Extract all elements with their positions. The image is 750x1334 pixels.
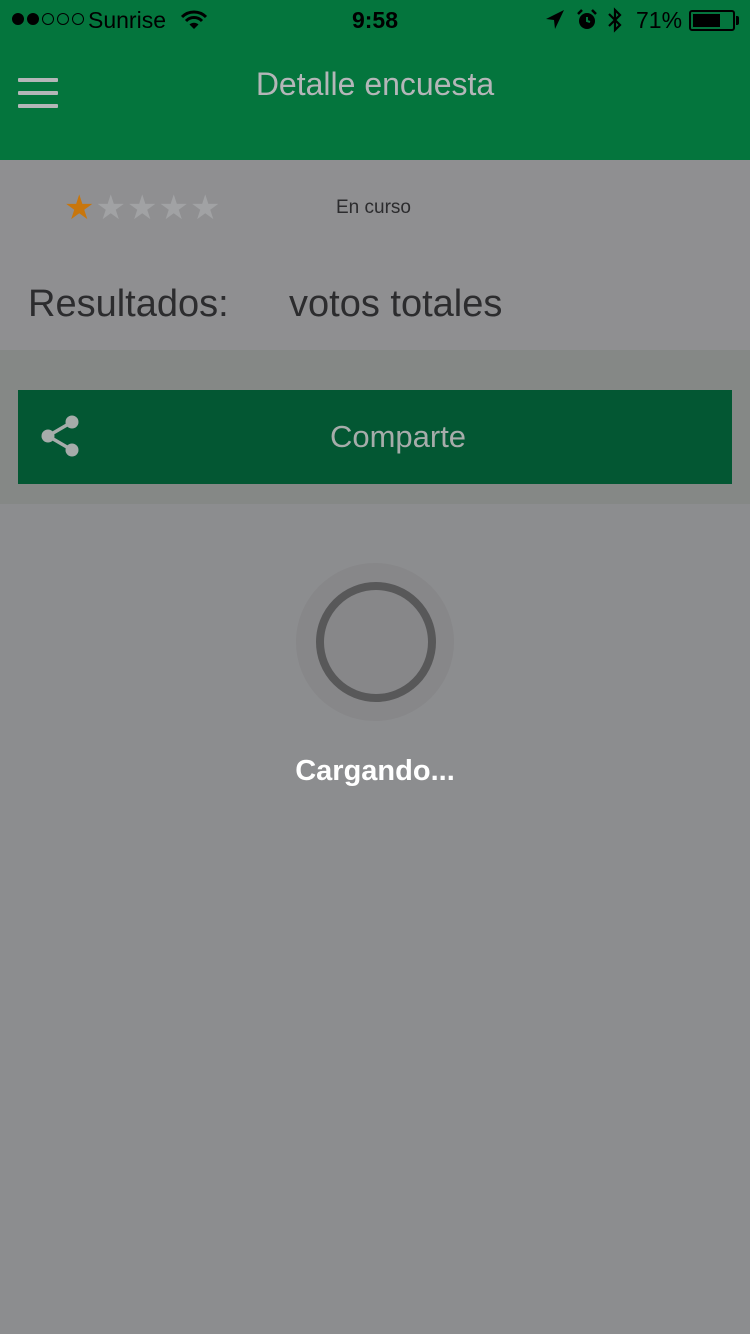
battery-icon	[689, 10, 735, 31]
battery-percentage: 71%	[636, 7, 683, 33]
star-empty-icon: ★	[158, 189, 189, 227]
battery-tip	[736, 16, 739, 25]
loading-text: Cargando...	[295, 755, 455, 787]
location-arrow-icon	[545, 9, 565, 37]
results-label: Resultados:	[28, 283, 229, 325]
poll-status: En curso	[336, 197, 411, 218]
alarm-clock-icon	[575, 8, 599, 38]
star-empty-icon: ★	[95, 189, 126, 227]
star-filled-icon: ★	[64, 189, 95, 227]
bluetooth-icon	[606, 6, 624, 40]
loading-spinner	[316, 582, 436, 702]
share-button-label[interactable]: Comparte	[18, 419, 750, 455]
star-empty-icon: ★	[189, 189, 221, 227]
menu-line	[18, 104, 58, 108]
battery-level	[693, 14, 720, 27]
status-bar: Sunrise 9:58 71%	[0, 0, 750, 40]
total-votes-label: votos totales	[289, 283, 503, 325]
rating-stars: ★ ★ ★ ★ ★	[64, 190, 220, 226]
app-header: Sunrise 9:58 71% Detalle encuesta	[0, 0, 750, 160]
star-empty-icon: ★	[126, 189, 158, 227]
page-title: Detalle encuesta	[255, 66, 495, 102]
